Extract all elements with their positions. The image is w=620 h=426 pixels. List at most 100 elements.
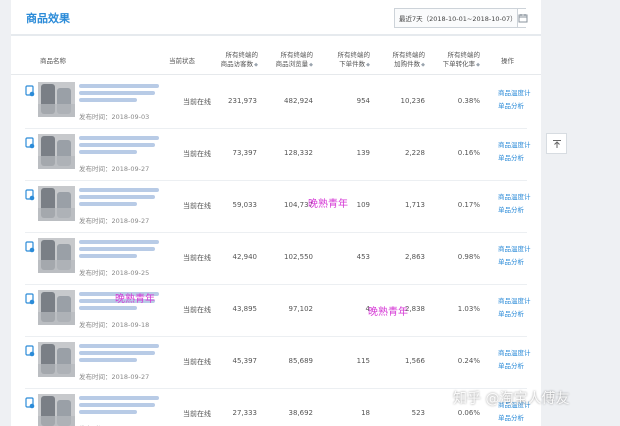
cart-value: 2,863 [404,253,425,261]
sort-icon[interactable]: ◆ [309,62,313,68]
conversion-value: 0.24% [457,357,480,365]
status-text: 当前在线 [183,306,211,314]
product-thermometer-link[interactable]: 商品温度计 [498,347,531,357]
pc-terminal-icon [25,394,35,409]
cart-value: 523 [411,409,425,417]
views-value: 85,689 [288,357,314,365]
blurred-title [79,247,155,251]
column-conversion-line2: 下单转化率 [442,60,476,68]
product-thermometer-link[interactable]: 商品温度计 [498,243,531,253]
publish-time: 发布时间：2018-09-27 [79,165,150,173]
blurred-title [79,240,159,244]
blurred-title [79,195,155,199]
date-range-picker[interactable]: 最近7天（2018-10-01~2018-10-07） [394,8,528,28]
blurred-title [79,98,137,102]
brand-watermark: 知乎 @淘宝人傅友 [453,391,570,407]
single-product-analysis-link[interactable]: 单品分析 [498,412,524,422]
column-orders[interactable]: 所有终端的 下单件数◆ [328,51,371,70]
views-value: 38,692 [288,409,314,417]
product-thumbnail[interactable] [38,290,75,325]
product-thumbnail[interactable] [38,134,75,169]
column-cart-line1: 所有终端的 [392,51,426,59]
publish-time: 发布时间：2018-09-03 [79,113,150,121]
table-row: 发布时间：2018-09-27 当前在线 59,033 104,737 109 1,713… [25,182,531,233]
column-product-name: 商品名称 [40,57,66,65]
single-product-analysis-link[interactable]: 单品分析 [498,204,524,214]
blurred-title [79,136,159,140]
column-visitors-line1: 所有终端的 [225,51,259,59]
visitors-value: 42,940 [232,253,258,261]
publish-time: 发布时间：2018-09-27 [79,217,150,225]
cart-value: 10,236 [400,97,426,105]
sort-icon[interactable]: ◆ [476,62,480,68]
product-thumbnail[interactable] [38,82,75,117]
single-product-analysis-link[interactable]: 单品分析 [498,256,524,266]
back-to-top-icon [552,139,561,148]
column-views[interactable]: 所有终端的 商品浏览量◆ [269,51,313,70]
visitors-value: 43,895 [232,305,258,313]
column-orders-line2: 下单件数 [339,60,366,68]
date-range-text: 最近7天（2018-10-01~2018-10-07） [399,15,517,23]
conversion-value: 0.06% [457,409,480,417]
blurred-title [79,344,159,348]
status-text: 当前在线 [183,358,211,366]
sort-icon[interactable]: ◆ [254,62,258,68]
panel-title: 商品效果 [26,12,70,25]
overlay-watermark: 晚熟青年 [115,294,155,305]
conversion-value: 0.98% [457,253,480,261]
single-product-analysis-link[interactable]: 单品分析 [498,100,524,110]
pc-terminal-icon [25,238,35,253]
column-views-line1: 所有终端的 [280,51,314,59]
product-thermometer-link[interactable]: 商品温度计 [498,295,531,305]
product-thermometer-link[interactable]: 商品温度计 [498,87,531,97]
panel-header: 商品效果 最近7天（2018-10-01~2018-10-07） [11,0,541,36]
table-row: 发布时间：2018-09-27当前在线27,33338,692185230.06… [25,390,531,426]
product-thumbnail[interactable] [38,394,75,426]
visitors-value: 27,333 [232,409,258,417]
blurred-title [79,91,155,95]
blurred-title [79,410,137,414]
single-product-analysis-link[interactable]: 单品分析 [498,152,524,162]
conversion-value: 0.38% [457,97,480,105]
table-row: 发布时间：2018-09-25 当前在线 42,940 102,550 453 2,863… [25,234,531,285]
column-cart[interactable]: 所有终端的 加购件数◆ [383,51,426,70]
column-conversion-line1: 所有终端的 [447,51,481,59]
product-thermometer-link[interactable]: 商品温度计 [498,139,531,149]
visitors-value: 73,397 [232,149,258,157]
column-conversion[interactable]: 所有终端的 下单转化率◆ [436,51,480,70]
pc-terminal-icon [25,82,35,97]
product-thumbnail[interactable] [38,238,75,273]
sort-icon[interactable]: ◆ [421,62,425,68]
single-product-analysis-link[interactable]: 单品分析 [498,308,524,318]
product-thumbnail[interactable] [38,342,75,377]
blurred-title [79,254,137,258]
pc-terminal-icon [25,186,35,201]
views-value: 97,102 [288,305,314,313]
orders-value: 453 [356,253,370,261]
single-product-analysis-link[interactable]: 单品分析 [498,360,524,370]
blurred-title [79,351,155,355]
overlay-watermark: 晚熟青年 [308,199,348,210]
publish-time: 发布时间：2018-09-25 [79,269,150,277]
column-orders-line1: 所有终端的 [337,51,371,59]
status-text: 当前在线 [183,254,211,262]
status-text: 当前在线 [183,202,211,210]
conversion-value: 1.03% [457,305,480,313]
pc-terminal-icon [25,342,35,357]
product-thumbnail[interactable] [38,186,75,221]
back-to-top-button[interactable] [546,133,567,154]
column-visitors[interactable]: 所有终端的 商品访客数◆ [216,51,258,70]
product-thermometer-link[interactable]: 商品温度计 [498,191,531,201]
orders-value: 18 [361,409,370,417]
orders-value: 115 [356,357,370,365]
blurred-title [79,188,159,192]
table-row: 发布时间：2018-09-03 当前在线 231,973 482,924 954 10,2… [25,78,531,129]
blurred-title [79,403,155,407]
cart-value: 2,228 [404,149,425,157]
cart-value: 1,713 [404,201,425,209]
column-visitors-line2: 商品访客数 [220,60,254,68]
column-operations: 操作 [501,57,514,65]
sort-icon[interactable]: ◆ [366,62,370,68]
calendar-icon[interactable] [516,9,528,27]
status-text: 当前在线 [183,410,211,418]
